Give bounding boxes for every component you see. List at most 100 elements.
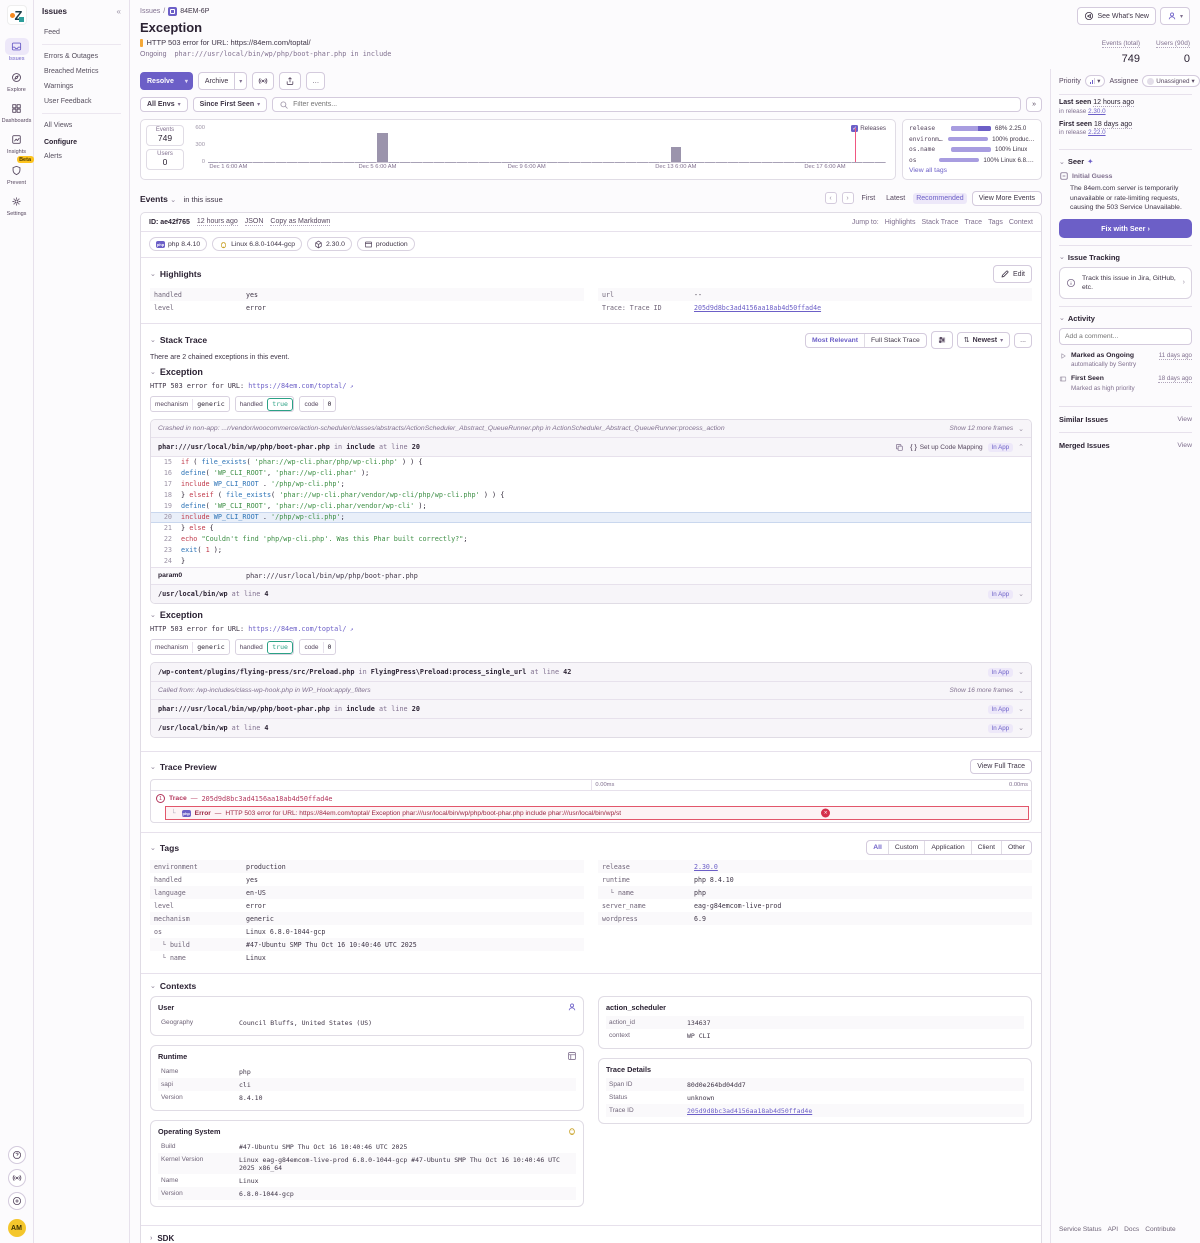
exception-message-link[interactable]: https://84em.com/toptal/ xyxy=(248,382,346,390)
collapsed-section-sdk[interactable]: ›SDK xyxy=(141,1225,1041,1243)
view-toggle-full-stack-trace[interactable]: Full Stack Trace xyxy=(864,334,926,347)
chart-summary-users[interactable]: Users0 xyxy=(146,149,184,170)
tags-title[interactable]: ⌄Tags xyxy=(150,843,179,853)
show-more-frames-link[interactable]: Show 16 more frames xyxy=(950,687,1014,694)
tag-row[interactable]: languageen-US xyxy=(150,886,584,899)
setup-code-mapping-link[interactable]: Set up Code Mapping xyxy=(909,443,983,452)
next-event-button[interactable]: › xyxy=(842,192,854,204)
jump-to-context[interactable]: Context xyxy=(1009,219,1033,226)
release-link[interactable]: 2.30.0 xyxy=(1088,108,1106,115)
exception-title[interactable]: ⌄Exception xyxy=(150,367,1032,377)
tags-filter-other[interactable]: Other xyxy=(1001,841,1031,854)
stack-trace-title[interactable]: ⌄Stack Trace xyxy=(150,335,207,345)
tag-row[interactable]: mechanismgeneric xyxy=(150,912,584,925)
rail-item-dashboards[interactable]: Dashboards xyxy=(2,97,32,128)
org-logo-icon[interactable]: Z xyxy=(7,5,27,25)
event-pill[interactable]: production xyxy=(357,237,415,251)
event-bar-chart[interactable]: 0300600Dec 1 6:00 AMDec 5 6:00 AMDec 9 6… xyxy=(208,128,886,163)
sidebar-item-alerts[interactable]: Alerts xyxy=(42,149,121,164)
breadcrumb-issues-link[interactable]: Issues xyxy=(140,8,160,15)
highlight-row[interactable]: handledyes xyxy=(150,288,584,301)
facet-row-environment[interactable]: environment100% production xyxy=(909,136,1035,143)
exception-pill-handled[interactable]: handledtrue xyxy=(235,639,295,655)
expand-panel-button[interactable]: » xyxy=(1026,97,1042,112)
panel-row-action[interactable]: View xyxy=(1177,442,1192,449)
comment-input[interactable] xyxy=(1059,328,1192,345)
assignee-select[interactable]: Unassigned ▾ xyxy=(1142,75,1199,87)
jump-to-trace[interactable]: Trace xyxy=(964,219,982,226)
exception-message-link[interactable]: https://84em.com/toptal/ xyxy=(248,625,346,633)
fix-with-seer-button[interactable]: Fix with Seer › xyxy=(1059,219,1192,238)
sidebar-item-errors-outages[interactable]: Errors & Outages xyxy=(42,49,121,64)
release-link[interactable]: 2.22.0 xyxy=(1088,129,1106,136)
tag-row[interactable]: environmentproduction xyxy=(150,860,584,873)
subscribe-button[interactable] xyxy=(252,72,274,90)
tag-row[interactable]: levelerror xyxy=(150,899,584,912)
help-button[interactable] xyxy=(8,1146,26,1164)
exception-pill-code[interactable]: code0 xyxy=(299,396,336,412)
sidebar-item-warnings[interactable]: Warnings xyxy=(42,79,121,94)
rail-item-settings[interactable]: Settings xyxy=(2,190,32,221)
event-pill[interactable]: Linux 6.8.0-1044-gcp xyxy=(212,237,302,251)
event-json-link[interactable]: JSON xyxy=(245,218,264,226)
tag-row[interactable]: └ namephp xyxy=(598,886,1032,899)
footer-link-api[interactable]: API xyxy=(1108,1226,1119,1233)
tags-filter-custom[interactable]: Custom xyxy=(888,841,924,854)
event-pill[interactable]: phpphp 8.4.10 xyxy=(149,237,207,251)
stack-trace-more-button[interactable]: ... xyxy=(1014,333,1032,348)
rail-item-issues[interactable]: Issues xyxy=(2,35,32,66)
activity-time[interactable]: 18 days ago xyxy=(1158,375,1192,383)
whats-new-button[interactable]: See What's New xyxy=(1077,7,1156,25)
seen-time[interactable]: 12 hours ago xyxy=(1093,99,1134,107)
exception-pill-handled[interactable]: handledtrue xyxy=(235,396,295,412)
more-actions-button[interactable]: … xyxy=(306,72,325,90)
event-age-link[interactable]: 12 hours ago xyxy=(197,218,238,226)
trace-preview-title[interactable]: ⌄Trace Preview xyxy=(150,762,217,772)
event-pill[interactable]: 2.30.0 xyxy=(307,237,352,251)
tag-row[interactable]: wordpress6.9 xyxy=(598,912,1032,925)
sidebar-collapse-icon[interactable]: « xyxy=(117,7,121,16)
date-filter-button[interactable]: Since First Seen▾ xyxy=(193,97,267,112)
stack-frame[interactable]: phar:///usr/local/bin/wp/php/boot-phar.p… xyxy=(151,437,1031,456)
tags-filter-client[interactable]: Client xyxy=(971,841,1001,854)
stat-label[interactable]: Events (total) xyxy=(1102,40,1140,48)
tag-row[interactable]: release2.30.0 xyxy=(598,860,1032,873)
footer-link-service-status[interactable]: Service Status xyxy=(1059,1226,1102,1233)
rail-item-explore[interactable]: Explore xyxy=(2,66,32,97)
search-input[interactable] xyxy=(293,101,1014,108)
archive-button[interactable]: Archive xyxy=(198,72,235,90)
exception-pill-mechanism[interactable]: mechanismgeneric xyxy=(150,639,230,655)
account-menu-button[interactable]: ▾ xyxy=(1160,7,1190,25)
tag-row[interactable]: └ build#47-Ubuntu SMP Thu Oct 16 10:40:4… xyxy=(150,938,584,951)
contexts-title[interactable]: ⌄Contexts xyxy=(150,981,196,991)
facet-row-os.name[interactable]: os.name100% Linux xyxy=(909,146,1035,153)
facet-row-os[interactable]: os100% Linux 6.8.0-1044-g... xyxy=(909,157,1035,164)
tags-filter-all[interactable]: All xyxy=(867,841,888,854)
jump-to-stack-trace[interactable]: Stack Trace xyxy=(921,219,958,226)
trace-error-row[interactable]: └ php Error — HTTP 503 error for URL: ht… xyxy=(165,806,1029,820)
exception-pill-mechanism[interactable]: mechanismgeneric xyxy=(150,396,230,412)
show-more-frames-link[interactable]: Show 12 more frames xyxy=(950,425,1014,432)
stack-frame[interactable]: /wp-content/plugins/flying-press/src/Pre… xyxy=(151,663,1031,681)
tag-value[interactable]: 2.30.0 xyxy=(694,863,1028,871)
user-avatar[interactable]: AM xyxy=(8,1219,26,1237)
jump-to-highlights[interactable]: Highlights xyxy=(885,219,916,226)
seen-time[interactable]: 18 days ago xyxy=(1094,121,1132,129)
context-value[interactable]: 205d9d8bc3ad4156aa18ab4d50ffad4e xyxy=(687,1107,1021,1115)
priority-select[interactable]: ▾ xyxy=(1085,75,1106,87)
highlights-title[interactable]: ⌄Highlights xyxy=(150,269,201,279)
resolve-button[interactable]: Resolve xyxy=(140,72,181,90)
highlight-row[interactable]: Trace: Trace ID205d9d8bc3ad4156aa18ab4d5… xyxy=(598,301,1032,314)
env-filter-button[interactable]: All Envs▾ xyxy=(140,97,188,112)
facet-row-release[interactable]: release68% 2.25.0 xyxy=(909,125,1035,132)
issue-tracking-title[interactable]: ⌄Issue Tracking xyxy=(1059,253,1192,262)
tag-row[interactable]: server_nameeag-g84emcom-live-prod xyxy=(598,899,1032,912)
trace-root-row[interactable]: 1 Trace — 205d9d8bc3ad4156aa18ab4d50ffad… xyxy=(151,791,1031,806)
tag-row[interactable]: └ nameLinux xyxy=(150,951,584,964)
share-button[interactable] xyxy=(279,72,301,90)
events-title[interactable]: Events ⌄ xyxy=(140,194,176,204)
event-nav-latest[interactable]: Latest xyxy=(883,193,908,204)
exception-pill-code[interactable]: code0 xyxy=(299,639,336,655)
display-options-button[interactable] xyxy=(931,331,953,349)
tag-row[interactable]: osLinux 6.8.0-1044-gcp xyxy=(150,925,584,938)
